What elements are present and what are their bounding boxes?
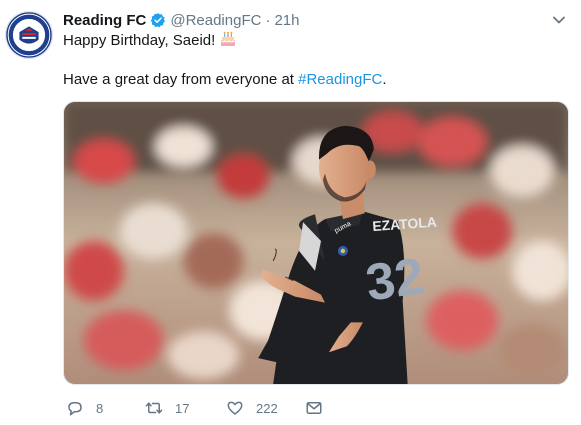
birthday-cake-icon	[220, 31, 236, 46]
retweet-button[interactable]: 17	[145, 396, 189, 420]
reply-count: 8	[96, 400, 104, 416]
player-photo: puma EZATOLA 32	[64, 102, 568, 384]
shirt-number: 32	[362, 246, 427, 311]
tweet-text-suffix: .	[382, 71, 387, 88]
hashtag-link[interactable]: #ReadingFC	[298, 71, 382, 88]
reply-button[interactable]: 8	[66, 396, 103, 420]
tweet-card[interactable]: Reading FC @ReadingFC · 21h Happy Birthd…	[0, 0, 581, 425]
tweet-text-line-2: Have a great day from everyone at #Readi…	[63, 70, 387, 90]
tweet-menu-button[interactable]	[549, 10, 569, 30]
verified-badge-icon	[151, 13, 166, 28]
tweet-text-line-1: Happy Birthday, Saeid!	[63, 30, 237, 51]
chevron-down-icon	[553, 16, 565, 24]
author-name[interactable]: Reading FC	[63, 12, 146, 29]
retweet-count: 17	[175, 400, 190, 416]
like-button[interactable]: 222	[226, 396, 278, 420]
tweet-header: Reading FC @ReadingFC · 21h	[63, 10, 571, 30]
separator-dot: ·	[265, 11, 271, 29]
direct-message-icon	[306, 402, 322, 414]
reply-icon	[68, 402, 82, 416]
club-crest-icon	[6, 12, 52, 58]
like-count: 222	[256, 400, 278, 416]
tweet-text: Happy Birthday, Saeid!	[63, 32, 216, 49]
direct-message-button[interactable]	[305, 396, 323, 420]
retweet-icon	[145, 402, 163, 414]
tweet-photo[interactable]: puma EZATOLA 32	[63, 101, 569, 385]
avatar[interactable]	[5, 11, 53, 59]
like-icon	[227, 401, 243, 415]
author-handle[interactable]: @ReadingFC	[170, 12, 261, 29]
tweet-actions: 8 17 222	[63, 396, 569, 420]
timestamp[interactable]: 21h	[274, 12, 299, 29]
tweet-text-prefix: Have a great day from everyone at	[63, 71, 299, 88]
